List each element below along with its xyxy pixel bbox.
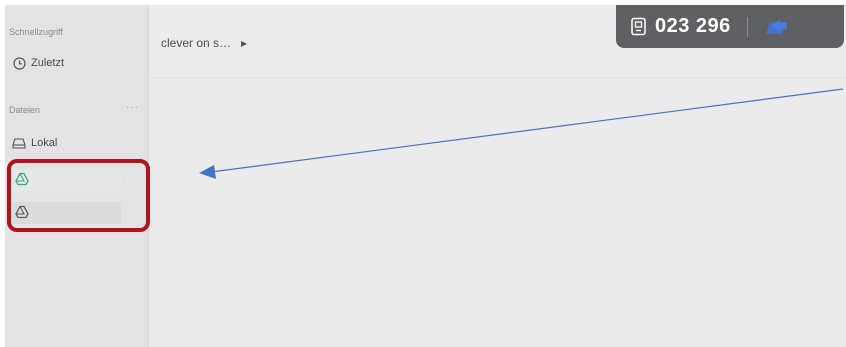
app-window: Schnellzugriff Zuletzt Dateien ··· Lokal xyxy=(5,5,846,347)
annotation-arrow xyxy=(199,88,844,179)
